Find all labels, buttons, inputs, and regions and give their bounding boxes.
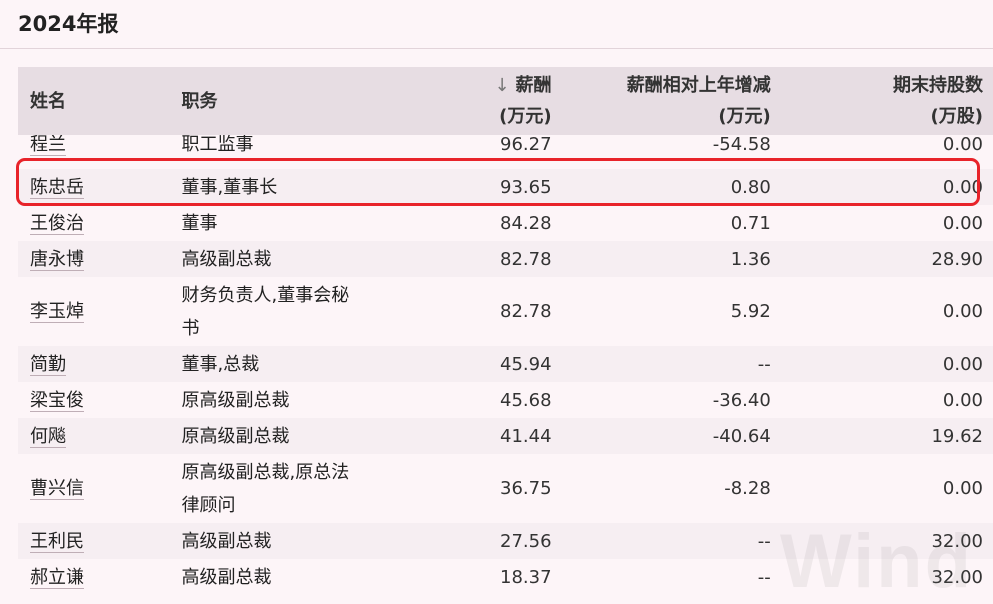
person-name-link[interactable]: 王利民: [30, 530, 84, 553]
salary-cell: 45.94: [420, 346, 562, 382]
position-cell: 高级副总裁: [169, 241, 421, 277]
header-salary-change[interactable]: 薪酬相对上年增减 (万元): [561, 67, 781, 135]
salary-change-cell: 0.71: [561, 205, 781, 241]
salary-change-cell: --: [561, 346, 781, 382]
position-cell: 职工监事: [169, 135, 421, 169]
position-cell: 财务负责人,董事会秘书: [169, 277, 421, 346]
salary-cell: 27.56: [420, 523, 562, 559]
salary-change-cell: --: [561, 559, 781, 595]
salary-cell: 45.68: [420, 382, 562, 418]
person-name-link[interactable]: 唐永博: [30, 248, 84, 271]
sort-desc-icon[interactable]: ↓: [494, 75, 509, 96]
header-salary[interactable]: ↓ 薪酬 (万元): [420, 67, 562, 135]
header-shares[interactable]: 期末持股数 (万股): [780, 67, 993, 135]
header-position[interactable]: 职务: [169, 67, 421, 135]
shares-cell: 0.00: [780, 454, 993, 523]
table-row: 梁宝俊 原高级副总裁 45.68 -36.40 0.00: [18, 382, 993, 418]
position-cell: 原高级副总裁,原总法 律顾问: [169, 454, 421, 523]
salary-cell: 36.75: [420, 454, 562, 523]
person-name-link[interactable]: 李玉焯: [30, 301, 84, 323]
shares-cell: 0.00: [780, 277, 993, 346]
position-cell: 高级副总裁: [169, 559, 421, 595]
position-cell: 原高级副总裁: [169, 382, 421, 418]
person-name-link[interactable]: 梁宝俊: [30, 389, 84, 412]
salary-cell: 93.65: [420, 169, 562, 205]
salary-cell: 18.37: [420, 559, 562, 595]
shares-cell: 0.00: [780, 346, 993, 382]
shares-cell: 19.62: [780, 418, 993, 454]
shares-cell: 0.00: [780, 169, 993, 205]
person-name-link[interactable]: 陈忠岳: [30, 176, 84, 199]
table-row: 何飚 原高级副总裁 41.44 -40.64 19.62: [18, 418, 993, 454]
table-row: 简勤 董事,总裁 45.94 -- 0.00: [18, 346, 993, 382]
table-row: 陈忠岳 董事,董事长 93.65 0.80 0.00: [18, 169, 993, 205]
salary-change-cell: -36.40: [561, 382, 781, 418]
table-header-row: 姓名 职务 ↓ 薪酬 (万元) 薪酬相对上年增减 (万元) 期末持股数 (万股): [18, 67, 993, 135]
person-name-link[interactable]: 何飚: [30, 425, 66, 448]
salary-change-cell: -8.28: [561, 454, 781, 523]
table-row: 王俊治 董事 84.28 0.71 0.00: [18, 205, 993, 241]
shares-cell: 0.00: [780, 382, 993, 418]
shares-cell: 32.00: [780, 559, 993, 595]
shares-cell: 32.00: [780, 523, 993, 559]
salary-change-cell: -54.58: [561, 135, 781, 169]
salary-cell: 96.27: [420, 135, 562, 169]
shares-cell: 0.00: [780, 205, 993, 241]
salary-cell: 82.78: [420, 241, 562, 277]
person-name-link[interactable]: 简勤: [30, 353, 66, 376]
salary-change-cell: -40.64: [561, 418, 781, 454]
position-cell: 高级副总裁: [169, 523, 421, 559]
table-row: 唐永博 高级副总裁 82.78 1.36 28.90: [18, 241, 993, 277]
position-cell: 董事: [169, 205, 421, 241]
table-row: 郝立谦 高级副总裁 18.37 -- 32.00: [18, 559, 993, 595]
person-name-link[interactable]: 王俊治: [30, 212, 84, 235]
salary-cell: 41.44: [420, 418, 562, 454]
salary-change-cell: 0.80: [561, 169, 781, 205]
report-title: 2024年报: [18, 12, 119, 36]
salary-change-cell: 5.92: [561, 277, 781, 346]
shares-cell: 28.90: [780, 241, 993, 277]
executive-compensation-table: 姓名 职务 ↓ 薪酬 (万元) 薪酬相对上年增减 (万元) 期末持股数 (万股) …: [18, 67, 993, 595]
salary-change-cell: --: [561, 523, 781, 559]
person-name-link[interactable]: 曹兴信: [30, 478, 84, 500]
table-row: 程兰 职工监事 96.27 -54.58 0.00: [18, 135, 993, 169]
report-title-bar: 2024年报: [0, 0, 993, 49]
position-cell: 董事,总裁: [169, 346, 421, 382]
person-name-link[interactable]: 郝立谦: [30, 566, 84, 589]
shares-cell: 0.00: [780, 135, 993, 169]
table-row: 李玉焯 财务负责人,董事会秘书 82.78 5.92 0.00: [18, 277, 993, 346]
position-cell: 原高级副总裁: [169, 418, 421, 454]
salary-cell: 82.78: [420, 277, 562, 346]
header-name[interactable]: 姓名: [18, 67, 170, 135]
table-row: 王利民 高级副总裁 27.56 -- 32.00: [18, 523, 993, 559]
salary-change-cell: 1.36: [561, 241, 781, 277]
table-row: 曹兴信 原高级副总裁,原总法 律顾问 36.75 -8.28 0.00: [18, 454, 993, 523]
salary-cell: 84.28: [420, 205, 562, 241]
position-cell: 董事,董事长: [169, 169, 421, 205]
person-name-link[interactable]: 程兰: [30, 135, 66, 156]
